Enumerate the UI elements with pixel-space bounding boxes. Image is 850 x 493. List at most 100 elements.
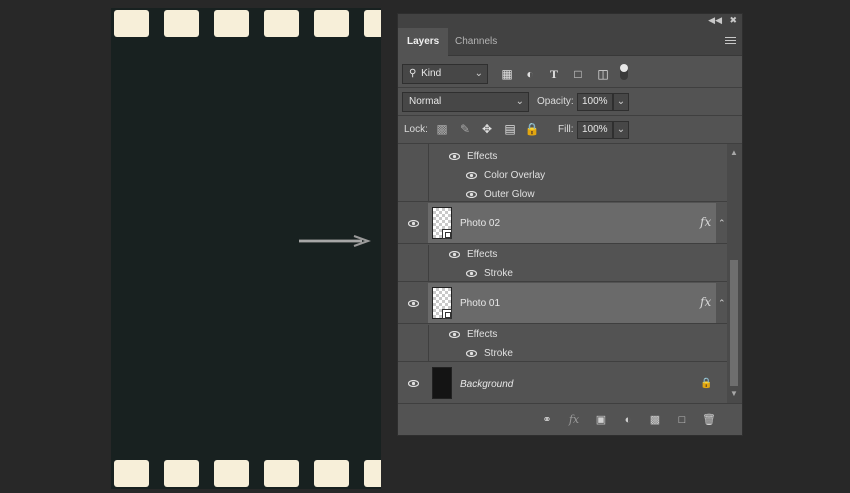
- image-filter-icon[interactable]: ▦: [499, 66, 515, 82]
- scroll-up-icon[interactable]: ▲: [730, 148, 738, 157]
- effect-outer-glow: Outer Glow: [484, 189, 535, 200]
- eye-icon[interactable]: [466, 350, 477, 357]
- film-hole: [364, 460, 381, 487]
- film-hole: [114, 10, 149, 37]
- opacity-value: 100%: [582, 96, 608, 107]
- film-hole: [214, 460, 249, 487]
- layer-thumbnail: [432, 367, 452, 399]
- add-style-fx-icon[interactable]: fx: [566, 412, 582, 428]
- smart-object-badge-icon: [442, 309, 452, 319]
- fill-value: 100%: [582, 124, 608, 135]
- eye-icon[interactable]: [449, 331, 460, 338]
- effects-row[interactable]: Effects Stroke: [398, 325, 727, 362]
- effects-label: Effects: [467, 329, 498, 340]
- blend-mode-value: Normal: [409, 96, 442, 107]
- film-hole: [314, 460, 349, 487]
- expand-caret-icon[interactable]: ⌃: [718, 218, 726, 229]
- adjustment-filter-icon[interactable]: ◐: [522, 66, 538, 82]
- layer-name[interactable]: Background: [460, 379, 513, 390]
- lock-pixels-icon[interactable]: ✎: [457, 121, 473, 137]
- opacity-label: Opacity:: [537, 96, 574, 107]
- effect-stroke: Stroke: [484, 268, 513, 279]
- adjustment-layer-icon[interactable]: ◐: [620, 412, 636, 428]
- filter-toggle-switch[interactable]: [620, 64, 628, 80]
- effects-row[interactable]: Effects Stroke: [398, 245, 727, 282]
- expand-caret-icon[interactable]: ⌃: [718, 298, 726, 309]
- filter-toggle-knob: [620, 64, 628, 72]
- film-hole: [114, 460, 149, 487]
- smart-object-badge-icon: [442, 229, 452, 239]
- layer-row-photo-01[interactable]: Photo 01 fx ⌃: [398, 283, 727, 324]
- layer-list: Effects Color Overlay Outer Glow Photo 0…: [398, 144, 727, 403]
- divider: [398, 87, 742, 88]
- tab-channels[interactable]: Channels: [446, 28, 506, 56]
- layer-thumbnail: [432, 287, 452, 319]
- eye-icon[interactable]: [408, 380, 419, 387]
- film-hole: [364, 10, 381, 37]
- eye-icon[interactable]: [466, 172, 477, 179]
- layers-panel: ◀◀ ✖ Layers Channels ⚲ Kind ⌄ ▦ ◐ T □ ◫ …: [397, 13, 743, 436]
- lock-artboard-icon[interactable]: ▤: [502, 121, 518, 137]
- eye-icon[interactable]: [466, 191, 477, 198]
- layer-name[interactable]: Photo 02: [460, 218, 500, 229]
- type-filter-icon[interactable]: T: [546, 66, 562, 82]
- film-hole: [214, 10, 249, 37]
- kind-filter-dropdown[interactable]: ⚲ Kind ⌄: [402, 64, 488, 84]
- lock-transparency-icon[interactable]: ▩: [434, 121, 450, 137]
- link-layers-icon[interactable]: ⚭: [539, 412, 555, 428]
- scrollbar-thumb[interactable]: [730, 260, 738, 386]
- blend-mode-dropdown[interactable]: Normal ⌄: [402, 92, 529, 112]
- effects-row[interactable]: Effects Color Overlay Outer Glow: [398, 144, 727, 202]
- eye-icon[interactable]: [408, 300, 419, 307]
- panel-bottom-bar: ⚭ fx ▣ ◐ ▩ □ 🗑: [398, 403, 742, 435]
- eye-icon[interactable]: [449, 153, 460, 160]
- add-mask-icon[interactable]: ▣: [593, 412, 609, 428]
- film-hole: [164, 10, 199, 37]
- eye-icon[interactable]: [466, 270, 477, 277]
- eye-icon[interactable]: [449, 251, 460, 258]
- layer-row-background[interactable]: Background 🔒: [398, 363, 727, 403]
- kind-filter-label: Kind: [421, 68, 442, 79]
- lock-icon[interactable]: 🔒: [700, 378, 712, 389]
- layer-list-scrollbar[interactable]: ▲ ▼: [727, 144, 742, 403]
- panel-tabs: Layers Channels: [398, 28, 742, 56]
- layer-name[interactable]: Photo 01: [460, 298, 500, 309]
- delete-layer-icon[interactable]: 🗑: [701, 412, 717, 428]
- panel-titlebar: ◀◀ ✖: [398, 14, 742, 28]
- shape-filter-icon[interactable]: □: [570, 66, 586, 82]
- lock-all-icon[interactable]: 🔒: [524, 121, 540, 137]
- divider: [398, 115, 742, 116]
- new-layer-icon[interactable]: □: [674, 412, 690, 428]
- close-icon[interactable]: ✖: [729, 15, 737, 26]
- fx-icon[interactable]: fx: [700, 295, 711, 309]
- fx-icon[interactable]: fx: [700, 215, 711, 229]
- fill-chevron-icon[interactable]: ⌄: [613, 121, 629, 139]
- new-group-icon[interactable]: ▩: [647, 412, 663, 428]
- panel-menu-icon[interactable]: [725, 37, 736, 46]
- opacity-field[interactable]: 100%: [577, 93, 613, 111]
- layer-thumbnail: [432, 207, 452, 239]
- chevron-down-icon: ⌄: [515, 96, 524, 107]
- chevron-down-icon: ⌄: [474, 68, 483, 79]
- tab-layers[interactable]: Layers: [398, 28, 449, 56]
- film-hole: [164, 460, 199, 487]
- scroll-down-icon[interactable]: ▼: [730, 389, 738, 398]
- arrow-icon: [299, 235, 371, 247]
- smart-object-filter-icon[interactable]: ◫: [595, 66, 611, 82]
- effect-color-overlay: Color Overlay: [484, 170, 546, 181]
- effects-label: Effects: [467, 249, 498, 260]
- fill-field[interactable]: 100%: [577, 121, 613, 139]
- film-hole: [264, 460, 299, 487]
- eye-icon[interactable]: [408, 220, 419, 227]
- fill-label: Fill:: [558, 124, 574, 135]
- layer-row-photo-02[interactable]: Photo 02 fx ⌃: [398, 203, 727, 244]
- collapse-icon[interactable]: ◀◀: [708, 15, 722, 26]
- search-icon: ⚲: [409, 68, 417, 79]
- effects-label: Effects: [467, 151, 498, 162]
- opacity-chevron-icon[interactable]: ⌄: [613, 93, 629, 111]
- film-hole: [314, 10, 349, 37]
- lock-position-icon[interactable]: ✥: [479, 121, 495, 137]
- film-hole: [264, 10, 299, 37]
- film-strip-canvas: [111, 8, 381, 489]
- effect-stroke: Stroke: [484, 348, 513, 359]
